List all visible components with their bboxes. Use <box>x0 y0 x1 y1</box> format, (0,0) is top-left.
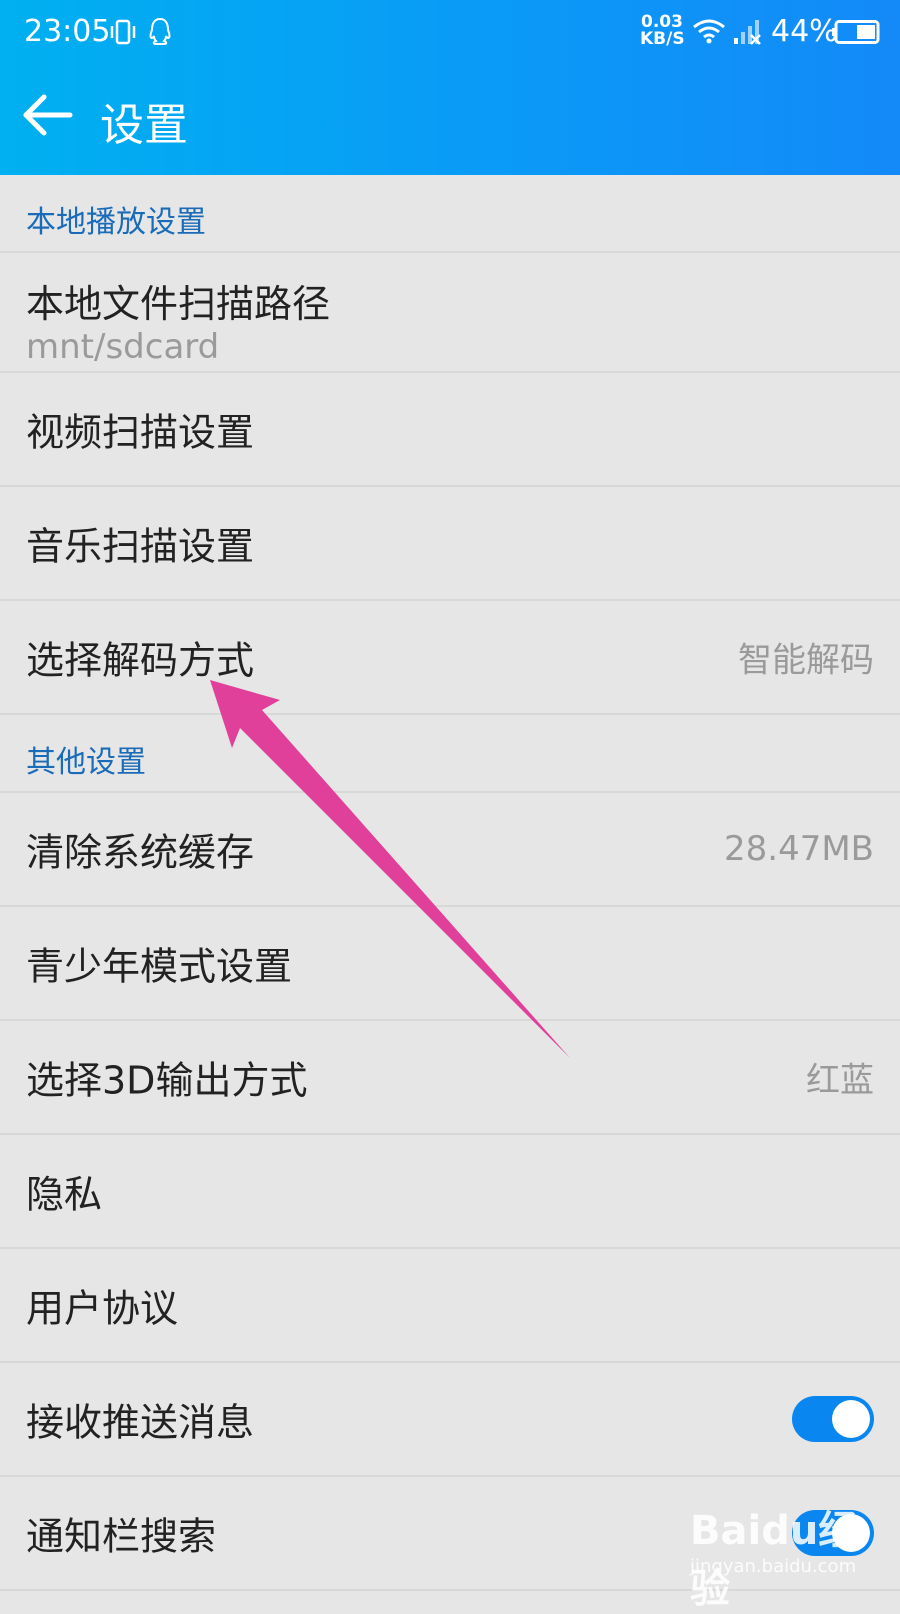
battery-percent: 44% <box>771 14 838 49</box>
vibrate-icon <box>110 19 136 45</box>
page-title: 设置 <box>100 100 188 151</box>
settings-item-label: 用户协议 <box>26 1286 179 1331</box>
settings-item-music-scan[interactable]: 音乐扫描设置 <box>0 487 900 601</box>
settings-item-scan-path[interactable]: 本地文件扫描路径 mnt/sdcard <box>0 253 900 373</box>
status-time: 23:05 <box>24 14 111 49</box>
wifi-icon <box>693 19 725 44</box>
settings-item-label: 清除系统缓存 <box>26 830 255 875</box>
toggle-knob <box>832 1400 870 1438</box>
settings-list: 本地播放设置 本地文件扫描路径 mnt/sdcard 视频扫描设置 音乐扫描设置… <box>0 175 900 1591</box>
3d-output-value: 红蓝 <box>806 1060 874 1101</box>
settings-item-video-scan[interactable]: 视频扫描设置 <box>0 373 900 487</box>
settings-item-push-messages: 接收推送消息 <box>0 1363 900 1477</box>
section-header-label: 本地播放设置 <box>26 205 206 240</box>
push-messages-toggle[interactable] <box>792 1396 874 1442</box>
settings-item-clear-cache[interactable]: 清除系统缓存 28.47MB <box>0 793 900 907</box>
cache-size-value: 28.47MB <box>724 829 874 869</box>
settings-item-label: 本地文件扫描路径 <box>26 282 331 326</box>
app-header: 23:05 0.03 KB/S 44% 设置 <box>0 0 900 175</box>
settings-item-decode-mode[interactable]: 选择解码方式 智能解码 <box>0 601 900 715</box>
signal-icon <box>734 20 761 45</box>
section-header-local-playback: 本地播放设置 <box>0 175 900 253</box>
settings-item-label: 青少年模式设置 <box>26 944 293 989</box>
section-header-label: 其他设置 <box>26 745 146 780</box>
section-header-other: 其他设置 <box>0 715 900 793</box>
settings-item-label: 接收推送消息 <box>26 1400 255 1445</box>
battery-icon <box>832 20 880 44</box>
network-speed-unit: KB/S <box>640 29 685 49</box>
settings-item-label: 选择解码方式 <box>26 638 255 683</box>
settings-item-label: 选择3D输出方式 <box>26 1058 308 1103</box>
qq-icon <box>149 17 171 45</box>
settings-item-teen-mode[interactable]: 青少年模式设置 <box>0 907 900 1021</box>
back-arrow-icon[interactable] <box>20 92 74 138</box>
settings-item-label: 隐私 <box>26 1172 103 1217</box>
settings-item-user-agreement[interactable]: 用户协议 <box>0 1249 900 1363</box>
settings-item-notification-search: 通知栏搜索 <box>0 1477 900 1591</box>
settings-item-privacy[interactable]: 隐私 <box>0 1135 900 1249</box>
decode-mode-value: 智能解码 <box>738 640 874 681</box>
scan-path-value: mnt/sdcard <box>26 327 220 367</box>
toggle-knob <box>832 1514 870 1552</box>
status-bar: 23:05 0.03 KB/S 44% <box>0 0 900 64</box>
notification-search-toggle[interactable] <box>792 1510 874 1556</box>
settings-item-label: 视频扫描设置 <box>26 410 255 455</box>
network-speed: 0.03 KB/S <box>640 14 685 49</box>
settings-item-label: 通知栏搜索 <box>26 1514 217 1559</box>
settings-item-3d-output[interactable]: 选择3D输出方式 红蓝 <box>0 1021 900 1135</box>
settings-item-label: 音乐扫描设置 <box>26 524 255 569</box>
title-bar: 设置 <box>0 64 900 175</box>
